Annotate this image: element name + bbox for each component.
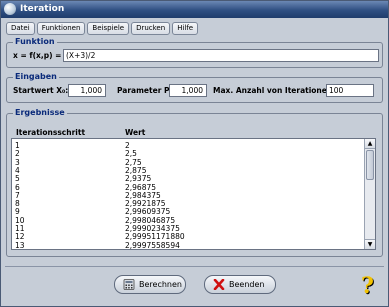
result-step: 11: [15, 224, 25, 233]
result-step: 5: [15, 174, 20, 184]
scroll-thumb[interactable]: [366, 150, 374, 180]
result-step: 9: [15, 207, 20, 217]
startwert-label: Startwert X₀:: [13, 86, 69, 95]
result-step: 3: [15, 157, 20, 167]
result-value: 2,9375: [125, 174, 152, 184]
menu-hilfe[interactable]: Hilfe: [172, 22, 199, 35]
menu-beispiele[interactable]: Beispiele: [87, 22, 130, 35]
startwert-input[interactable]: 1,000: [68, 84, 106, 97]
divider: [5, 266, 384, 267]
result-row[interactable]: 11 2,9990234375: [12, 225, 362, 233]
result-row[interactable]: 6 2,96875: [12, 182, 362, 192]
results-list[interactable]: 13 2,9997558594 12 2,99951171880 11 2,9990234…: [11, 138, 376, 250]
result-row[interactable]: 8 2,9921875: [12, 200, 362, 208]
column-header-step: Iterationsschritt: [16, 128, 86, 137]
result-row[interactable]: 12: [12, 142, 362, 150]
menu-funktionen[interactable]: Funktionen: [36, 22, 86, 35]
app-icon: [4, 3, 16, 15]
result-row[interactable]: 9 2,99609375: [12, 208, 362, 216]
result-step: 10: [15, 215, 25, 225]
funktion-group: Funktion x = f(x,p) = (X+3)/2: [6, 37, 383, 68]
result-row[interactable]: 13 2,9997558594: [12, 240, 362, 250]
result-row[interactable]: 12 2,99951171880: [12, 233, 362, 241]
result-step: 12: [15, 232, 25, 242]
close-icon: [213, 279, 225, 290]
max-iterations-input[interactable]: 100: [326, 84, 374, 97]
funktion-legend: Funktion: [13, 37, 57, 46]
eingaben-legend: Eingaben: [13, 72, 59, 81]
menu-bar: Datei Funktionen Beispiele Drucken Hilfe: [6, 22, 199, 35]
ergebnisse-group: Ergebnisse Iterationsschritt Wert 13 2,99…: [6, 108, 383, 257]
result-value: 2,984375: [125, 190, 161, 200]
result-step: 4: [15, 165, 20, 175]
max-iterations-label: Max. Anzahl von Iterationen:: [213, 86, 336, 95]
column-header-value: Wert: [125, 128, 146, 137]
beenden-button[interactable]: Beenden: [204, 275, 276, 294]
function-input[interactable]: (X+3)/2: [63, 49, 379, 62]
calculator-icon: [123, 279, 135, 290]
iteration-window: Iteration Datei Funktionen Beispiele Dru…: [0, 0, 389, 307]
result-step: 2: [15, 149, 20, 159]
result-step: 7: [15, 190, 20, 200]
result-value: 2,998046875: [125, 215, 176, 225]
title-bar[interactable]: Iteration: [1, 1, 388, 18]
berechnen-label: Berechnen: [139, 280, 182, 289]
berechnen-button[interactable]: Berechnen: [114, 275, 186, 294]
help-icon[interactable]: ?: [361, 274, 385, 298]
menu-drucken[interactable]: Drucken: [131, 22, 171, 35]
result-value: 2: [125, 141, 130, 150]
result-step: 8: [15, 199, 20, 209]
result-row[interactable]: 3 2,75: [12, 157, 362, 167]
result-row[interactable]: 2 2,5: [12, 150, 362, 158]
result-row[interactable]: 5 2,9375: [12, 175, 362, 183]
function-label: x = f(x,p) =: [13, 51, 62, 60]
result-value: 2,9997558594: [125, 240, 180, 250]
result-row[interactable]: 7 2,984375: [12, 190, 362, 200]
result-step: 13: [15, 240, 25, 250]
scroll-up-icon[interactable]: ▲: [365, 139, 375, 149]
parameter-label: Parameter P:: [117, 86, 173, 95]
beenden-label: Beenden: [229, 280, 265, 289]
result-value: 2,9921875: [125, 199, 166, 209]
results-scrollbar[interactable]: ▲ ▼: [364, 139, 375, 249]
menu-datei[interactable]: Datei: [6, 22, 35, 35]
scroll-down-icon[interactable]: ▼: [365, 239, 375, 249]
parameter-input[interactable]: 1,000: [169, 84, 207, 97]
result-value: 2,5: [125, 149, 137, 159]
result-value: 2,9990234375: [125, 224, 180, 233]
ergebnisse-legend: Ergebnisse: [13, 108, 67, 117]
result-step: 6: [15, 182, 20, 192]
result-value: 2,99951171880: [125, 232, 185, 242]
result-value: 2,75: [125, 157, 142, 167]
result-value: 2,875: [125, 165, 147, 175]
eingaben-group: Eingaben Startwert X₀: 1,000 Parameter P…: [6, 72, 383, 103]
window-title: Iteration: [20, 4, 65, 14]
result-value: 2,99609375: [125, 207, 171, 217]
result-row[interactable]: 10 2,998046875: [12, 215, 362, 225]
result-value: 2,96875: [125, 182, 157, 192]
result-step: 1: [15, 141, 20, 150]
result-row[interactable]: 4 2,875: [12, 165, 362, 175]
